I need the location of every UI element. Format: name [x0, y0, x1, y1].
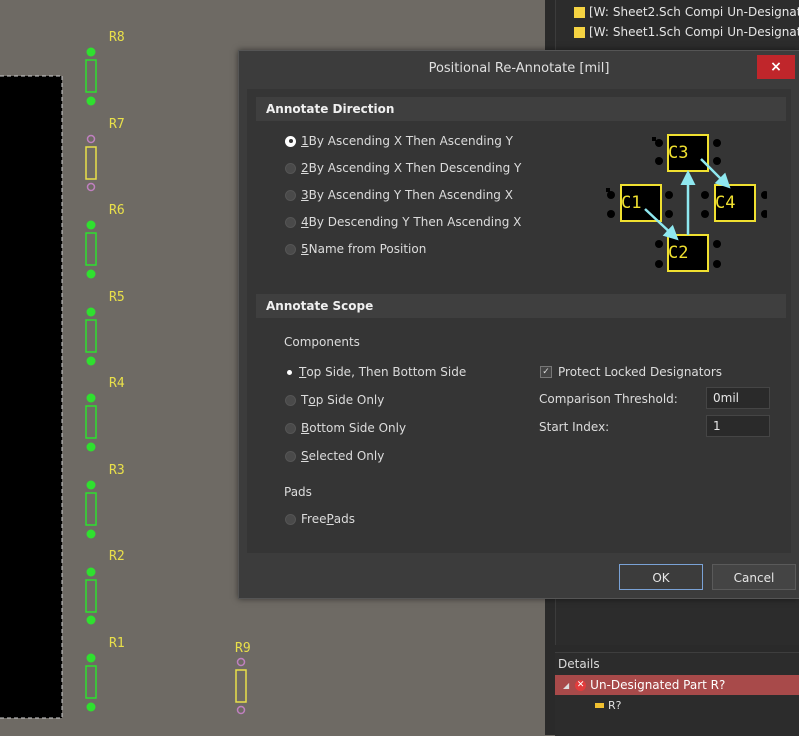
close-button[interactable]: ×: [757, 55, 795, 79]
resistor-r3: [85, 480, 97, 539]
annotate-direction-header: Annotate Direction: [256, 97, 786, 121]
dialog-body: Annotate Direction 1 By Ascending X Then…: [247, 89, 791, 553]
designator-r5: R5: [109, 290, 125, 305]
designator-r8: R8: [109, 30, 125, 45]
details-error-row[interactable]: ◢ ✕ Un-Designated Part R?: [555, 675, 799, 695]
designator-r9: R9: [235, 641, 251, 656]
direction-option-4[interactable]: 4 By Descending Y Then Ascending X: [285, 215, 521, 229]
radio-icon: [285, 189, 296, 201]
scope-top-then-bottom[interactable]: Top Side, Then Bottom Side: [285, 365, 466, 379]
positional-reannotate-dialog: Positional Re-Annotate [mil] × Annotate …: [238, 50, 799, 599]
radio-icon: [285, 394, 296, 406]
resistor-r4: [85, 393, 97, 452]
radio-icon: [285, 513, 296, 525]
warning-icon: [574, 26, 585, 38]
radio-icon: [285, 216, 296, 228]
radio-icon: [285, 243, 296, 255]
direction-option-3[interactable]: 3 By Ascending Y Then Ascending X: [285, 188, 513, 202]
ok-button[interactable]: OK: [619, 564, 703, 590]
expand-icon[interactable]: ◢: [563, 681, 569, 690]
direction-option-5[interactable]: 5 Name from Position: [285, 242, 426, 256]
start-index-label: Start Index:: [539, 420, 610, 434]
designator-r4: R4: [109, 376, 125, 391]
resistor-r9: [235, 657, 247, 715]
designator-r3: R3: [109, 463, 125, 478]
details-panel: Details ◢ ✕ Un-Designated Part R? R?: [555, 652, 799, 736]
designator-r7: R7: [109, 117, 125, 132]
components-label: Components: [284, 335, 360, 349]
resistor-r6: [85, 220, 97, 279]
radio-icon: [285, 422, 296, 434]
scope-bottom-only[interactable]: Bottom Side Only: [285, 421, 406, 435]
message-row[interactable]: [W: Sheet1.Sch Compi Un-Designated I: [574, 23, 799, 41]
resistor-r5: [85, 307, 97, 366]
annotate-scope-header: Annotate Scope: [256, 294, 786, 318]
details-header: Details: [558, 657, 600, 671]
board-region: [0, 76, 62, 718]
pads-label: Pads: [284, 485, 312, 499]
radio-icon: [285, 162, 296, 174]
cancel-button[interactable]: Cancel: [712, 564, 796, 590]
designator-r6: R6: [109, 203, 125, 218]
comparison-threshold-input[interactable]: [706, 387, 770, 409]
dialog-title: Positional Re-Annotate [mil]: [239, 51, 799, 87]
radio-icon: [285, 450, 296, 462]
resistor-r8: [85, 47, 97, 106]
scope-top-only[interactable]: Top Side Only: [285, 393, 384, 407]
preview-label-c1: C1: [621, 193, 642, 213]
resistor-r2: [85, 567, 97, 625]
scope-selected-only[interactable]: Selected Only: [285, 449, 384, 463]
message-row[interactable]: [W: Sheet2.Sch Compi Un-Designated I: [574, 3, 799, 21]
checkmark-icon: ✓: [540, 366, 552, 378]
direction-option-2[interactable]: 2 By Ascending X Then Descending Y: [285, 161, 521, 175]
preview-label-c4: C4: [715, 193, 736, 213]
error-icon: ✕: [575, 679, 587, 691]
protect-locked-checkbox[interactable]: ✓ Protect Locked Designators: [540, 365, 722, 379]
warning-icon: [574, 6, 585, 18]
resistor-r1: [85, 653, 97, 712]
designator-r1: R1: [109, 636, 125, 651]
start-index-input[interactable]: [706, 415, 770, 437]
component-icon: [595, 703, 604, 708]
preview-label-c2: C2: [668, 243, 689, 263]
resistor-r7: [85, 134, 97, 192]
radio-selected-icon: [285, 368, 294, 377]
details-error-text: Un-Designated Part R?: [590, 678, 726, 692]
scope-free-pads[interactable]: Free Pads: [285, 512, 355, 526]
designator-r2: R2: [109, 549, 125, 564]
details-sub-item[interactable]: R?: [595, 699, 621, 712]
comparison-threshold-label: Comparison Threshold:: [539, 392, 678, 406]
direction-option-1[interactable]: 1 By Ascending X Then Ascending Y: [285, 134, 513, 148]
radio-selected-icon: [285, 135, 296, 147]
preview-label-c3: C3: [668, 143, 689, 163]
